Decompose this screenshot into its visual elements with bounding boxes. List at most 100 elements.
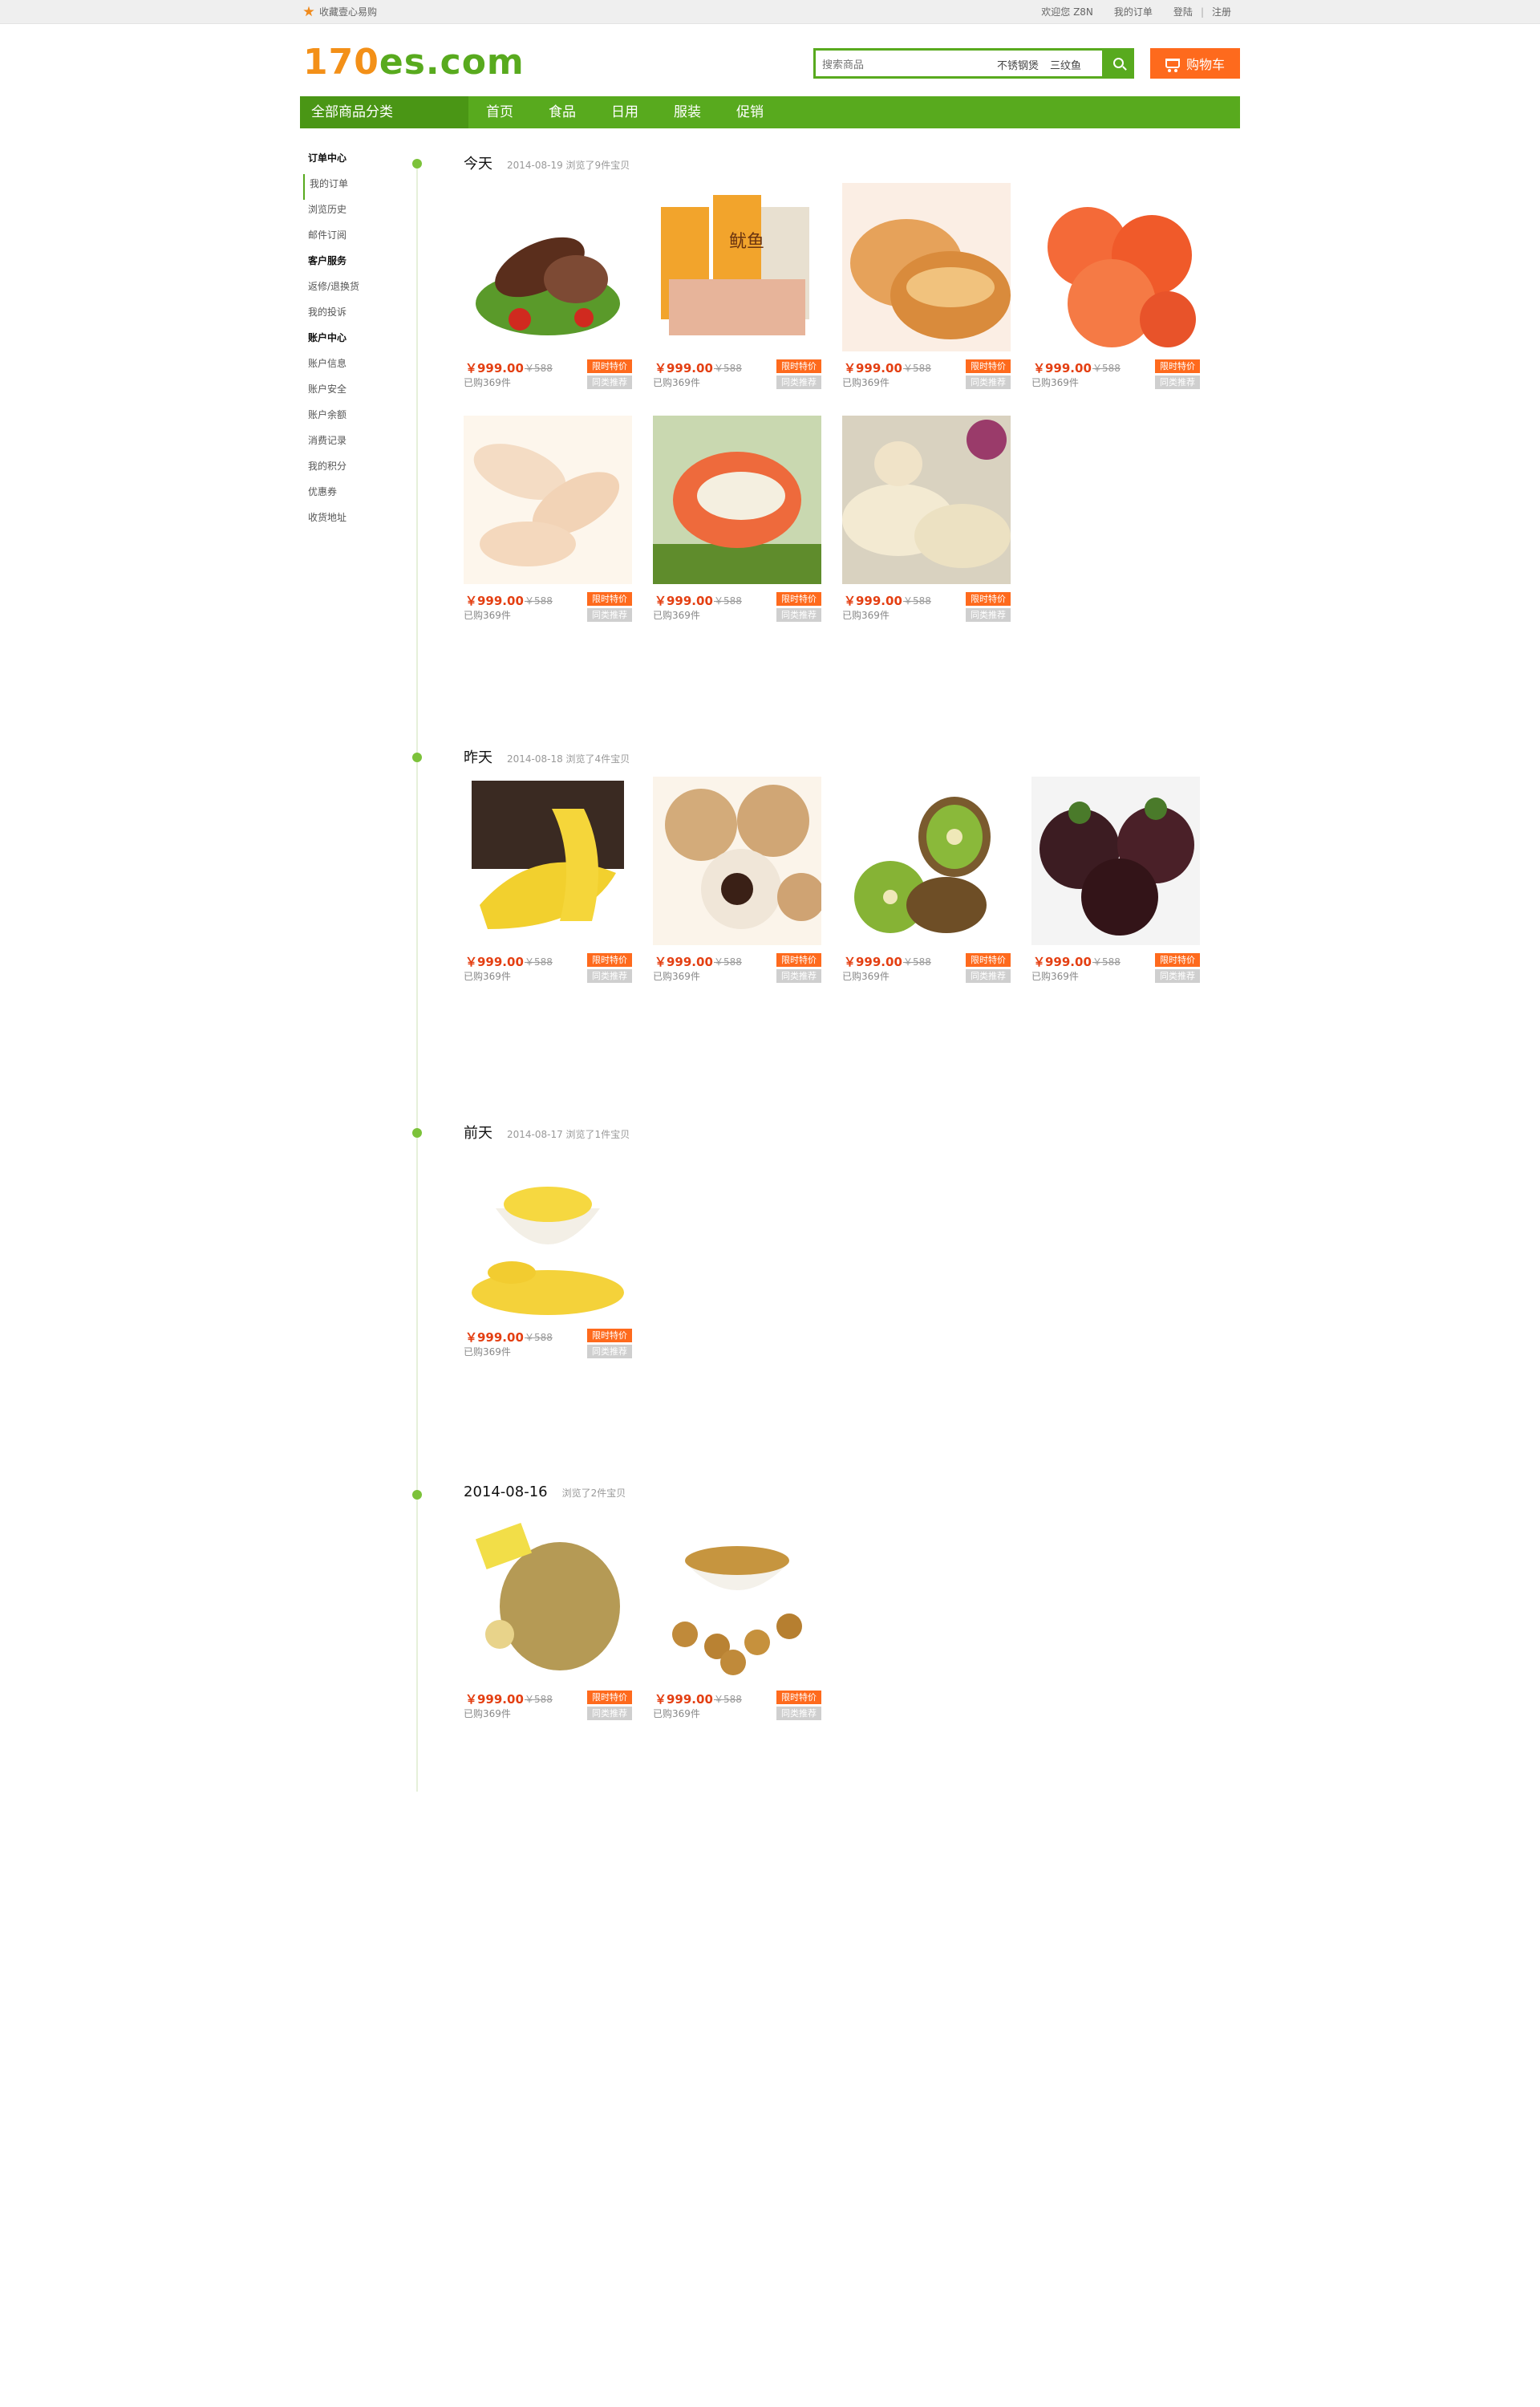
- day-summary: 2014-08-17 浏览了1件宝贝: [507, 1129, 630, 1140]
- sale-badge[interactable]: 限时特价: [776, 1691, 821, 1704]
- my-orders-link[interactable]: 我的订单: [1114, 5, 1153, 18]
- product-image[interactable]: [464, 1152, 632, 1321]
- product-price: ￥999.00: [465, 1692, 524, 1707]
- sidebar-heading: 账户中心: [308, 332, 347, 343]
- nav-home[interactable]: 首页: [486, 96, 513, 128]
- similar-button[interactable]: 同类推荐: [587, 608, 632, 622]
- sale-badge[interactable]: 限时特价: [587, 592, 632, 606]
- similar-button[interactable]: 同类推荐: [1155, 969, 1200, 983]
- product-card[interactable]: ￥999.00 ￥588 已购369件 限时特价 同类推荐: [464, 183, 632, 416]
- similar-button[interactable]: 同类推荐: [966, 969, 1011, 983]
- login-link[interactable]: 登陆: [1173, 5, 1193, 18]
- timeline-dot: [412, 159, 422, 168]
- similar-button[interactable]: 同类推荐: [776, 969, 821, 983]
- similar-button[interactable]: 同类推荐: [776, 1707, 821, 1720]
- sidebar-item[interactable]: 消费记录: [303, 431, 399, 457]
- product-card[interactable]: ￥999.00 ￥588 已购369件 限时特价 同类推荐: [653, 777, 825, 1009]
- product-card[interactable]: 鱿鱼 ￥999.00 ￥588 已购369件 限时特价 同类推荐: [653, 183, 821, 416]
- original-price: ￥588: [1092, 363, 1121, 374]
- product-card[interactable]: ￥999.00 ￥588 已购369件 限时特价 同类推荐: [464, 416, 632, 648]
- similar-button[interactable]: 同类推荐: [587, 1707, 632, 1720]
- favorite-link[interactable]: 收藏壹心易购: [303, 5, 377, 18]
- hot-keyword[interactable]: 不锈钢煲: [997, 57, 1039, 72]
- search-input[interactable]: [821, 55, 984, 75]
- nav-food[interactable]: 食品: [549, 96, 576, 128]
- history-section: 2014-08-16 浏览了2件宝贝 ￥999.00 ￥588 已购369件 限时特价 同类…: [464, 1484, 1234, 1747]
- product-card[interactable]: ￥999.00 ￥588 已购369件 限时特价 同类推荐: [1031, 777, 1200, 1009]
- original-price: ￥588: [525, 956, 553, 968]
- product-image[interactable]: [464, 416, 632, 584]
- sale-badge[interactable]: 限时特价: [587, 1691, 632, 1704]
- original-price: ￥588: [525, 595, 553, 607]
- sale-badge[interactable]: 限时特价: [587, 359, 632, 373]
- product-card[interactable]: ￥999.00 ￥588 已购369件 限时特价 同类推荐: [653, 1514, 821, 1747]
- similar-button[interactable]: 同类推荐: [587, 969, 632, 983]
- similar-button[interactable]: 同类推荐: [776, 608, 821, 622]
- sale-badge[interactable]: 限时特价: [966, 359, 1011, 373]
- sidebar-item[interactable]: 邮件订阅: [303, 225, 399, 251]
- product-image[interactable]: [464, 777, 632, 945]
- sidebar-item[interactable]: 账户安全: [303, 380, 399, 405]
- search-button[interactable]: [1102, 48, 1134, 79]
- product-card[interactable]: ￥999.00 ￥588 已购369件 限时特价 同类推荐: [1031, 183, 1200, 416]
- similar-button[interactable]: 同类推荐: [966, 608, 1011, 622]
- product-card[interactable]: ￥999.00 ￥588 已购369件 限时特价 同类推荐: [653, 416, 821, 648]
- product-image[interactable]: [653, 416, 821, 584]
- product-image[interactable]: [464, 1514, 632, 1682]
- sale-badge[interactable]: 限时特价: [587, 1329, 632, 1342]
- register-link[interactable]: 注册: [1212, 5, 1231, 18]
- product-image[interactable]: 鱿鱼: [653, 183, 821, 351]
- sale-badge[interactable]: 限时特价: [776, 592, 821, 606]
- sidebar-item[interactable]: 账户余额: [303, 405, 399, 431]
- sale-badge[interactable]: 限时特价: [587, 953, 632, 967]
- product-image[interactable]: [653, 1514, 821, 1682]
- nav-promotion[interactable]: 促销: [736, 96, 764, 128]
- sold-count: 已购369件: [653, 377, 700, 388]
- sale-badge[interactable]: 限时特价: [776, 953, 821, 967]
- product-card[interactable]: ￥999.00 ￥588 已购369件 限时特价 同类推荐: [842, 183, 1011, 416]
- sidebar-item[interactable]: 收货地址: [303, 508, 399, 534]
- sale-badge[interactable]: 限时特价: [1155, 953, 1200, 967]
- product-card[interactable]: ￥999.00 ￥588 已购369件 限时特价 同类推荐: [464, 1514, 632, 1747]
- sidebar-item[interactable]: 我的订单: [303, 174, 399, 200]
- product-card[interactable]: ￥999.00 ￥588 已购369件 限时特价 同类推荐: [464, 777, 632, 1009]
- product-image[interactable]: [1031, 183, 1200, 351]
- sale-badge[interactable]: 限时特价: [966, 953, 1011, 967]
- hot-keyword[interactable]: 三纹鱼: [1050, 57, 1081, 72]
- all-categories-button[interactable]: 全部商品分类: [300, 96, 468, 128]
- product-card[interactable]: ￥999.00 ￥588 已购369件 限时特价 同类推荐: [842, 777, 1011, 1009]
- sale-badge[interactable]: 限时特价: [776, 359, 821, 373]
- sale-badge[interactable]: 限时特价: [966, 592, 1011, 606]
- day-title: 2014-08-16: [464, 1484, 548, 1500]
- sidebar-item[interactable]: 我的积分: [303, 457, 399, 482]
- sidebar-item[interactable]: 我的投诉: [303, 302, 399, 328]
- original-price: ￥588: [903, 595, 931, 607]
- product-image[interactable]: [842, 416, 1011, 584]
- product-image[interactable]: [464, 183, 632, 351]
- similar-button[interactable]: 同类推荐: [776, 375, 821, 389]
- similar-button[interactable]: 同类推荐: [587, 375, 632, 389]
- cart-button[interactable]: 购物车: [1150, 48, 1240, 79]
- product-card[interactable]: ￥999.00 ￥588 已购369件 限时特价 同类推荐: [464, 1152, 632, 1385]
- sold-count: 已购369件: [653, 971, 700, 982]
- nav-clothing[interactable]: 服装: [674, 96, 701, 128]
- product-image[interactable]: [653, 777, 825, 945]
- product-card[interactable]: ￥999.00 ￥588 已购369件 限时特价 同类推荐: [842, 416, 1011, 648]
- original-price: ￥588: [714, 595, 742, 607]
- similar-button[interactable]: 同类推荐: [1155, 375, 1200, 389]
- sidebar-item[interactable]: 返修/退换货: [303, 277, 399, 302]
- product-price: ￥999.00: [1033, 361, 1092, 375]
- similar-button[interactable]: 同类推荐: [966, 375, 1011, 389]
- product-image[interactable]: [1031, 777, 1200, 945]
- divider: |: [1200, 6, 1204, 18]
- site-logo[interactable]: 170es.com: [303, 42, 525, 83]
- product-image[interactable]: [842, 183, 1011, 351]
- similar-button[interactable]: 同类推荐: [587, 1345, 632, 1358]
- sidebar-item[interactable]: 优惠券: [303, 482, 399, 508]
- nav-daily[interactable]: 日用: [611, 96, 638, 128]
- sidebar-item[interactable]: 浏览历史: [303, 200, 399, 225]
- product-image[interactable]: [842, 777, 1011, 945]
- product-price: ￥999.00: [465, 594, 524, 608]
- sale-badge[interactable]: 限时特价: [1155, 359, 1200, 373]
- sidebar-item[interactable]: 账户信息: [303, 354, 399, 380]
